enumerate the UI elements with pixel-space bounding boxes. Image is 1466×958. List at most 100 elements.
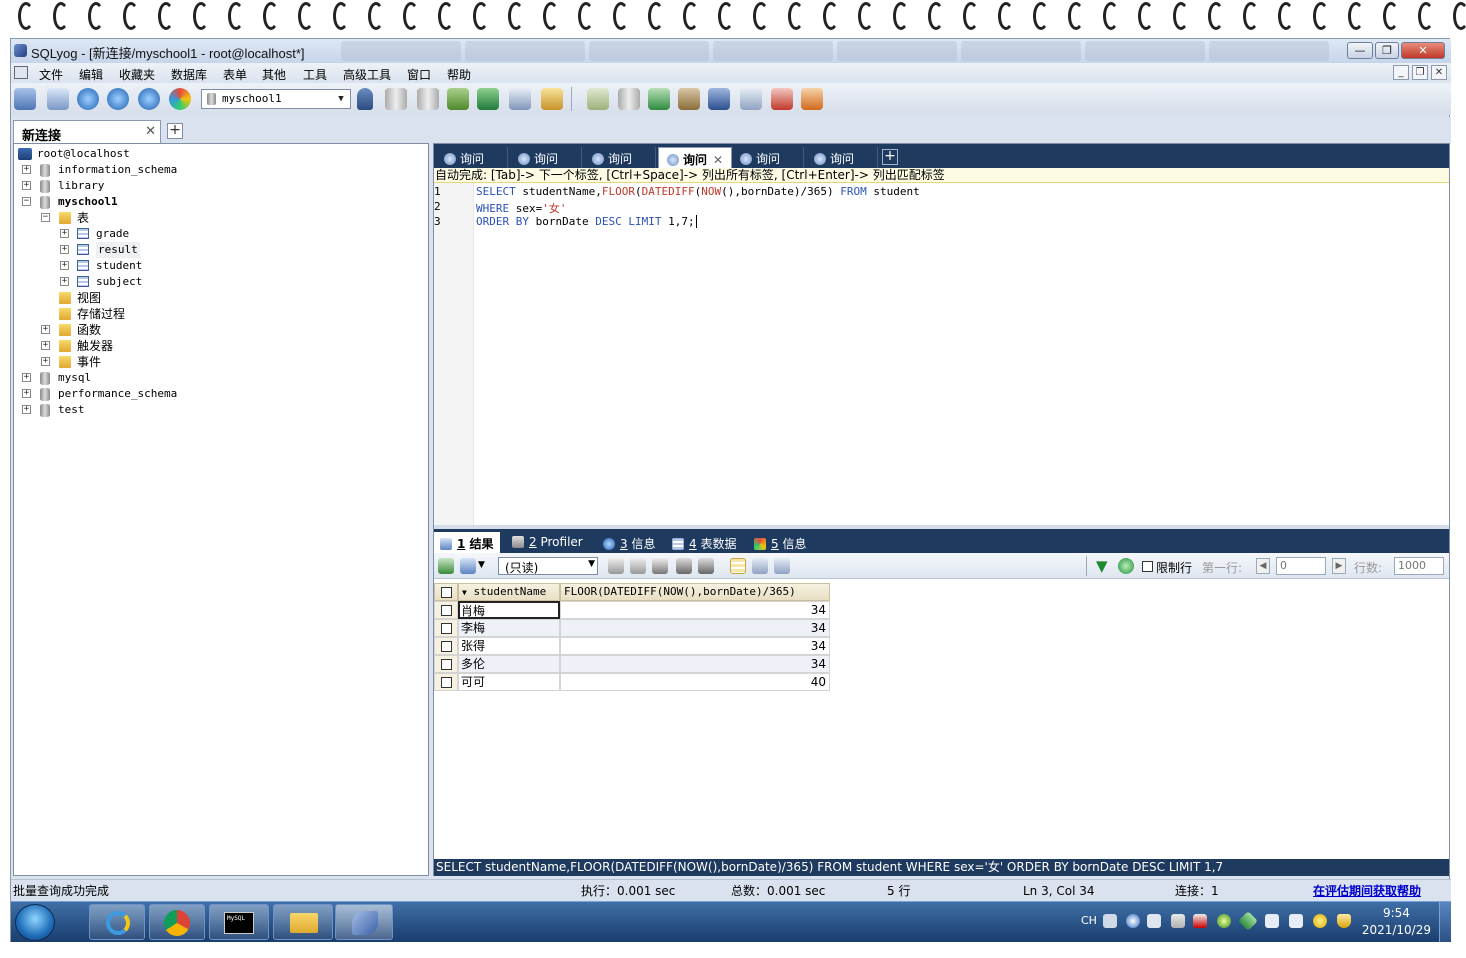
- taskbar-clock[interactable]: 9:54 2021/10/29: [1362, 905, 1431, 939]
- insert-row-icon[interactable]: [608, 558, 624, 574]
- row-checkbox[interactable]: [441, 659, 452, 670]
- first-row-input[interactable]: 0: [1276, 557, 1326, 575]
- expand-icon[interactable]: +: [60, 277, 69, 286]
- notification-icon[interactable]: [740, 88, 762, 110]
- row-checkbox[interactable]: [441, 677, 452, 688]
- result-tab-table-data[interactable]: 4 表数据: [666, 532, 742, 553]
- form-view-icon[interactable]: [752, 558, 768, 574]
- close-button[interactable]: ✕: [1401, 42, 1445, 59]
- import-icon[interactable]: [477, 88, 499, 110]
- cell-studentname[interactable]: 李梅: [458, 619, 560, 637]
- add-connection-button[interactable]: +: [167, 123, 183, 139]
- expand-icon[interactable]: +: [22, 181, 31, 190]
- cell-studentname[interactable]: 多伦: [458, 655, 560, 673]
- sql-editor[interactable]: 1 2 3 SELECT studentName,FLOOR(DATEDIFF (…: [434, 183, 1449, 525]
- table-grid-icon[interactable]: [509, 88, 531, 110]
- security-center-icon[interactable]: [1313, 914, 1327, 928]
- cell-age[interactable]: 34: [560, 601, 830, 619]
- column-header-studentname[interactable]: ▼ studentName: [458, 583, 560, 601]
- expand-icon[interactable]: +: [41, 341, 50, 350]
- help-link[interactable]: 在评估期间获取帮助: [1313, 880, 1421, 902]
- collapse-icon[interactable]: −: [22, 197, 31, 206]
- pen-tray-icon[interactable]: [1171, 914, 1185, 928]
- expand-icon[interactable]: +: [22, 405, 31, 414]
- row-selector[interactable]: [434, 673, 458, 691]
- query-tab-3[interactable]: 询问: [584, 147, 656, 168]
- query-tab-5[interactable]: 询问: [732, 147, 804, 168]
- menu-file[interactable]: 文件: [39, 66, 63, 83]
- prev-page-button[interactable]: ◀: [1256, 558, 1270, 574]
- add-query-tab-button[interactable]: +: [882, 149, 898, 165]
- network-icon[interactable]: [1265, 914, 1279, 928]
- menu-favorites[interactable]: 收藏夹: [119, 66, 155, 83]
- text-view-icon[interactable]: [774, 558, 790, 574]
- row-selector[interactable]: [434, 655, 458, 673]
- menu-database[interactable]: 数据库: [171, 66, 207, 83]
- export-grid-icon[interactable]: [438, 558, 454, 574]
- duplicate-row-icon[interactable]: [630, 558, 646, 574]
- mdi-restore-button[interactable]: ❐: [1412, 65, 1428, 80]
- row-selector[interactable]: [434, 619, 458, 637]
- expand-icon[interactable]: +: [22, 165, 31, 174]
- taskbar-mysql-console-icon[interactable]: MySQL: [209, 904, 269, 940]
- cell-studentname[interactable]: 可可: [458, 673, 560, 691]
- query-tab-1[interactable]: 询问: [436, 147, 508, 168]
- maximize-button[interactable]: ❐: [1375, 42, 1399, 59]
- chevron-down-icon[interactable]: ▼: [478, 560, 485, 570]
- menu-window[interactable]: 窗口: [407, 66, 431, 83]
- refresh-icon[interactable]: [169, 88, 191, 110]
- taskbar-sqlyog-icon[interactable]: [335, 904, 393, 940]
- minimize-button[interactable]: —: [1347, 42, 1373, 59]
- start-button[interactable]: [15, 904, 55, 941]
- query-builder-icon[interactable]: [587, 88, 609, 110]
- ime-options-icon[interactable]: [1147, 914, 1161, 928]
- row-checkbox[interactable]: [441, 641, 452, 652]
- result-tab-results[interactable]: 1 结果: [434, 532, 500, 553]
- menu-table[interactable]: 表单: [223, 66, 247, 83]
- schema-designer-icon[interactable]: [541, 88, 563, 110]
- cell-studentname[interactable]: 张得: [458, 637, 560, 655]
- next-page-button[interactable]: ▶: [1332, 558, 1346, 574]
- database-select[interactable]: myschool1 ▼: [201, 89, 351, 109]
- cell-age[interactable]: 34: [560, 637, 830, 655]
- keyboard-icon[interactable]: [1103, 914, 1117, 928]
- column-header-age[interactable]: FLOOR(DATEDIFF(NOW(),bornDate)/365): [560, 583, 830, 601]
- cancel-changes-icon[interactable]: [698, 558, 714, 574]
- close-icon[interactable]: ✕: [145, 124, 156, 139]
- mdi-close-button[interactable]: ✕: [1431, 65, 1447, 80]
- grid-view-icon[interactable]: [730, 558, 746, 574]
- data-sync-icon[interactable]: [618, 88, 640, 110]
- schema-sync-icon[interactable]: [648, 88, 670, 110]
- query-tab-2[interactable]: 询问: [510, 147, 582, 168]
- query-tab-6[interactable]: 询问: [806, 147, 878, 168]
- collapse-icon[interactable]: −: [41, 213, 50, 222]
- select-all-checkbox[interactable]: [441, 587, 452, 598]
- menu-advanced-tools[interactable]: 高级工具: [343, 66, 391, 83]
- mdi-minimize-button[interactable]: _: [1393, 65, 1409, 80]
- result-tab-info[interactable]: 5 信息: [748, 532, 812, 553]
- network-blocked-icon[interactable]: [1193, 914, 1207, 928]
- create-database-icon[interactable]: [385, 88, 407, 110]
- execute-all-icon[interactable]: [107, 88, 129, 110]
- taskbar-explorer-icon[interactable]: [273, 904, 333, 940]
- execute-query-icon[interactable]: [77, 88, 99, 110]
- result-tab-profiler[interactable]: 2 Profiler: [506, 532, 589, 553]
- expand-icon[interactable]: +: [41, 325, 50, 334]
- row-checkbox[interactable]: [441, 623, 452, 634]
- refresh-icon[interactable]: [1118, 558, 1134, 574]
- backup-icon[interactable]: [447, 88, 469, 110]
- filter-icon[interactable]: ▼: [1096, 557, 1108, 575]
- show-desktop-button[interactable]: [1439, 902, 1451, 943]
- copy-grid-icon[interactable]: [460, 558, 476, 574]
- execute-edit-icon[interactable]: [138, 88, 160, 110]
- close-icon[interactable]: ✕: [713, 153, 723, 167]
- structure-sync-icon[interactable]: [801, 88, 823, 110]
- taskbar-ie-icon[interactable]: [89, 904, 145, 940]
- menu-help[interactable]: 帮助: [447, 66, 471, 83]
- cell-age[interactable]: 34: [560, 655, 830, 673]
- sun-tray-icon[interactable]: [1217, 914, 1231, 928]
- result-mode-select[interactable]: (只读) ▼: [498, 557, 598, 575]
- report-icon[interactable]: [771, 88, 793, 110]
- help-icon[interactable]: [1126, 914, 1140, 928]
- shield-icon[interactable]: [1337, 914, 1351, 928]
